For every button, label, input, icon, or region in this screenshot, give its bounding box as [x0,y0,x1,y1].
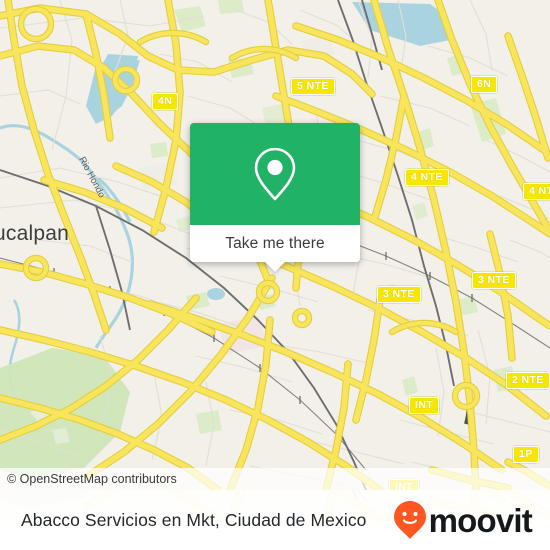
road-shield: 3 NTE [377,286,421,303]
take-me-there-button[interactable]: Take me there [190,225,360,262]
moovit-logo[interactable]: moovit [393,490,533,550]
road-shield: INT [409,397,440,414]
road-shield: 2 NTE [506,372,550,389]
map-place-label: ucalpan [0,222,69,245]
map-attribution[interactable]: © OpenStreetMap contributors [0,468,550,490]
moovit-wordmark: moovit [428,501,533,539]
moovit-smiley-pin-icon [393,501,426,539]
page-title: Abacco Servicios en Mkt, Ciudad de Mexic… [21,509,367,530]
road-shield: 4 NTE [405,169,449,186]
road-shield: 6N [471,76,498,93]
card-icon-area [190,123,360,225]
road-shield: 3 NTE [472,272,516,289]
road-shield: 5 NTE [291,78,335,95]
location-callout-card[interactable]: Take me there [190,123,360,272]
map-screenshot: ucalpan Rio Hondo 4N 5 NTE 6N 4 NTE 4 NT… [0,0,550,550]
map-pin-icon [254,147,296,201]
card-pointer-triangle [264,261,286,272]
road-shield: 4 NTE [523,183,550,200]
footer-bar: Abacco Servicios en Mkt, Ciudad de Mexic… [0,490,550,550]
road-shield: 1P [513,446,539,463]
take-me-there-label: Take me there [225,234,325,252]
road-shield: 4N [152,93,179,110]
